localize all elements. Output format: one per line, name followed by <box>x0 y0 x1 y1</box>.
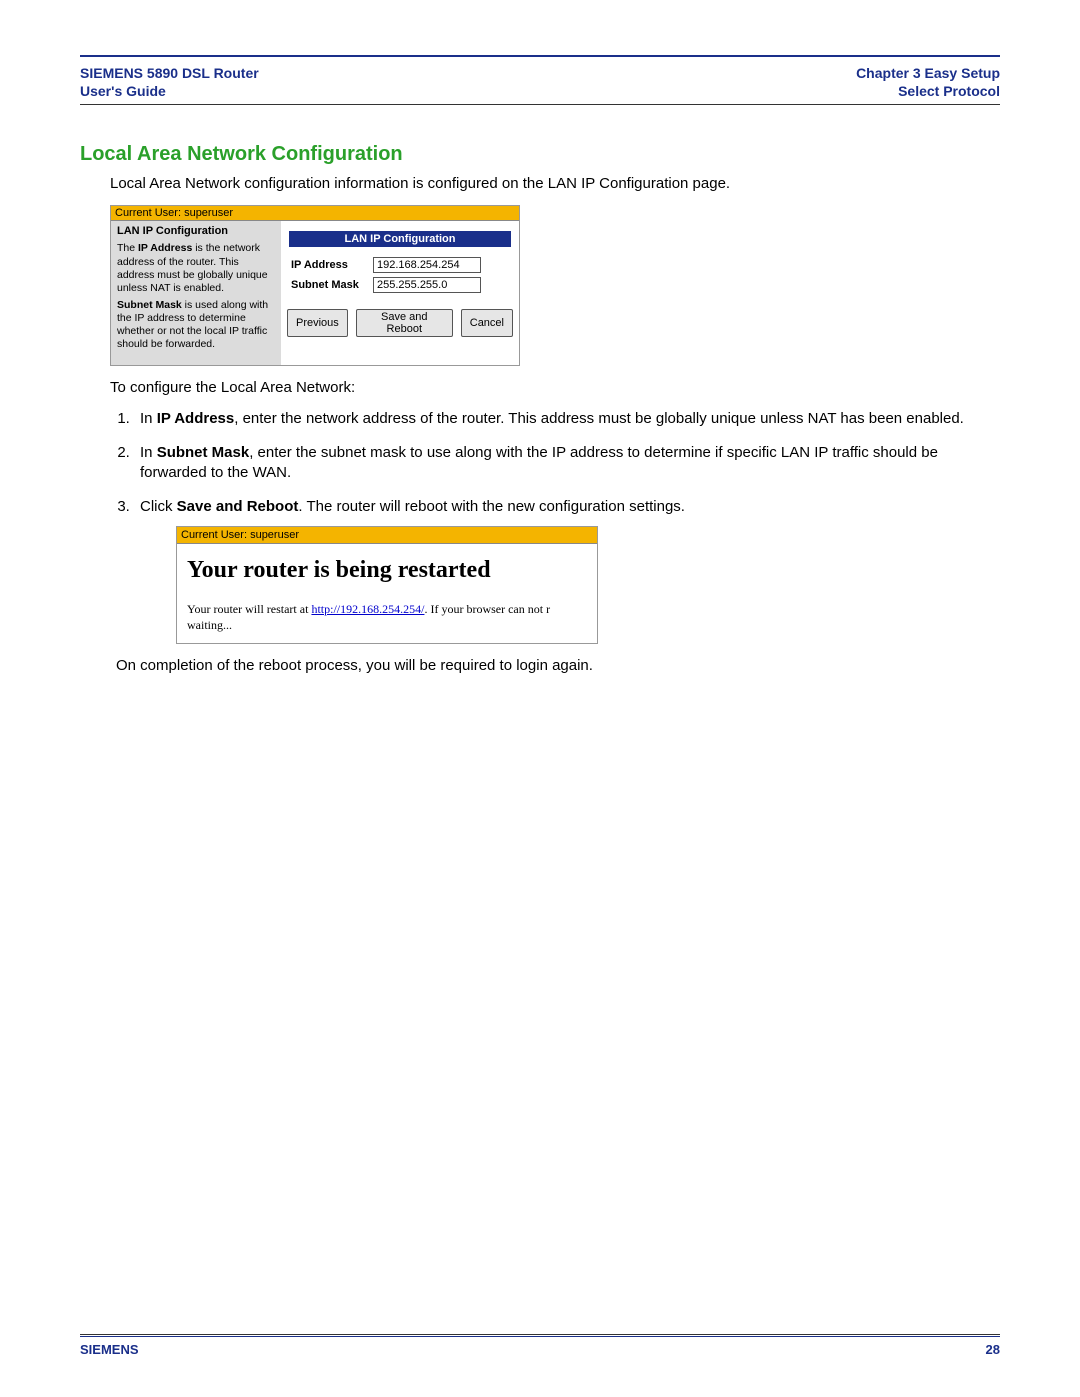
footer-page-number: 28 <box>986 1342 1000 1357</box>
step-3: Click Save and Reboot. The router will r… <box>134 497 1000 676</box>
save-and-reboot-button[interactable]: Save and Reboot <box>356 309 453 337</box>
step-2: In Subnet Mask, enter the subnet mask to… <box>134 443 1000 484</box>
section-heading: Local Area Network Configuration <box>80 143 1000 166</box>
current-user-bar-2: Current User: superuser <box>177 527 597 545</box>
previous-button[interactable]: Previous <box>287 309 348 337</box>
restart-message: Your router will restart at http://192.1… <box>187 601 587 633</box>
sidebar-para-ip: The IP Address is the network address of… <box>117 242 275 295</box>
step-1: In IP Address, enter the network address… <box>134 409 1000 429</box>
config-form-pane: LAN IP Configuration IP Address Subnet M… <box>281 221 519 366</box>
sidebar-para-mask: Subnet Mask is used along with the IP ad… <box>117 299 275 352</box>
cancel-button[interactable]: Cancel <box>461 309 513 337</box>
ip-address-label: IP Address <box>291 259 373 271</box>
ip-address-field[interactable] <box>373 257 481 273</box>
lan-config-screenshot: Current User: superuser LAN IP Configura… <box>110 205 520 367</box>
header-chapter: Chapter 3 Easy Setup <box>856 64 1000 82</box>
form-title-bar: LAN IP Configuration <box>289 231 511 247</box>
current-user-bar: Current User: superuser <box>111 206 519 221</box>
post-restart-text: On completion of the reboot process, you… <box>116 656 1000 676</box>
steps-intro: To configure the Local Area Network: <box>110 378 1000 398</box>
page-header: SIEMENS 5890 DSL Router User's Guide Cha… <box>80 61 1000 104</box>
header-subtitle: User's Guide <box>80 82 259 100</box>
page-footer: SIEMENS 28 <box>80 1334 1000 1357</box>
help-sidebar: LAN IP Configuration The IP Address is t… <box>111 221 281 366</box>
header-section: Select Protocol <box>856 82 1000 100</box>
intro-text: Local Area Network configuration informa… <box>110 174 1000 194</box>
subnet-mask-label: Subnet Mask <box>291 279 373 291</box>
subnet-mask-field[interactable] <box>373 277 481 293</box>
header-title: SIEMENS 5890 DSL Router <box>80 64 259 82</box>
steps-list: In IP Address, enter the network address… <box>134 409 1000 677</box>
restart-url-link[interactable]: http://192.168.254.254/ <box>311 602 424 616</box>
sidebar-title: LAN IP Configuration <box>117 225 275 239</box>
restart-screenshot: Current User: superuser Your router is b… <box>176 526 598 645</box>
restart-heading: Your router is being restarted <box>187 554 587 586</box>
footer-brand: SIEMENS <box>80 1342 139 1357</box>
